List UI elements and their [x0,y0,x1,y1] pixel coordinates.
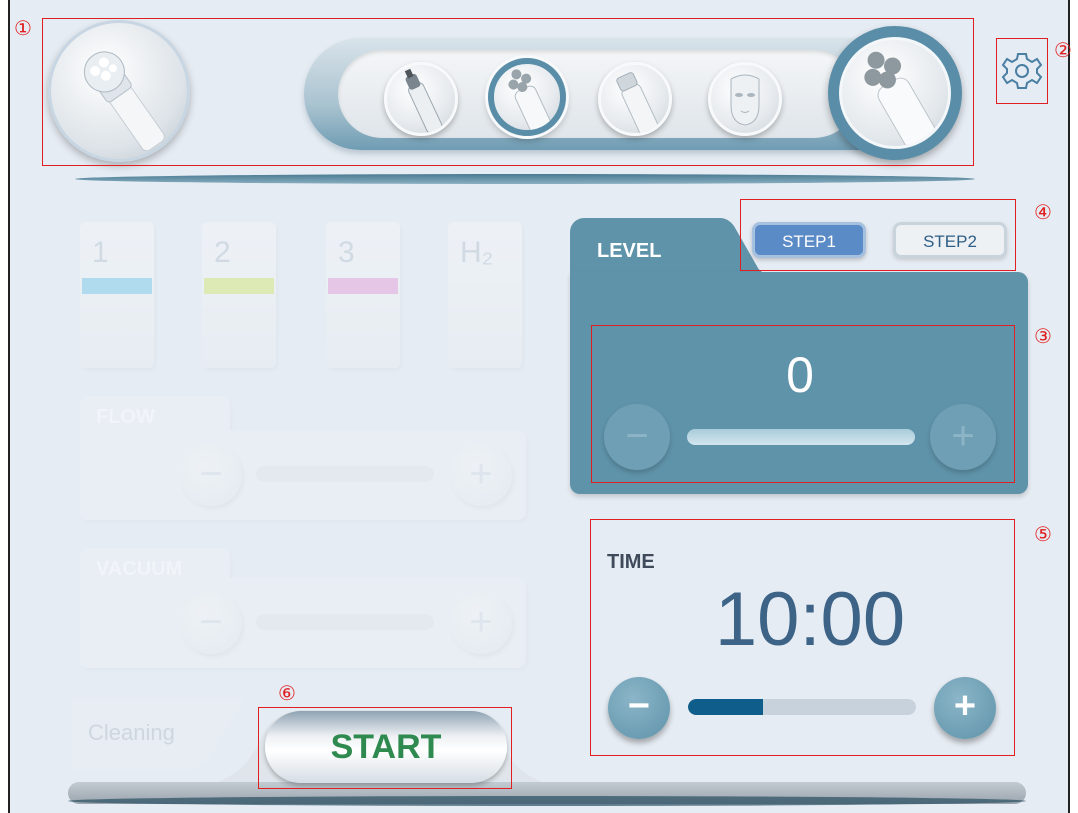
handpiece-wand-icon[interactable] [598,62,672,136]
start-button[interactable]: START [265,711,507,783]
cleaning-label: Cleaning [88,720,175,745]
annotation-marker-2: ② [1054,38,1072,62]
vacuum-title: VACUUM [96,558,183,580]
channel-h2-label: H₂ [460,236,494,269]
handpiece-roller-ball-icon[interactable] [488,58,566,136]
step1-button[interactable]: STEP1 [752,222,866,258]
time-minus-button[interactable]: − [608,677,670,739]
face-mask-icon[interactable] [708,62,782,136]
channel-h2[interactable]: H₂ [448,222,522,368]
level-slider[interactable] [687,429,915,445]
app-screen: 1 2 3 H₂ FLOW − + VACUUM − + LEVEL 0 − +… [0,0,1078,813]
vacuum-slider[interactable] [256,614,434,630]
bottom-base-shadow [68,796,1026,806]
time-slider[interactable] [688,699,916,715]
channel-1-color-bar [82,278,152,294]
channel-3-label: 3 [338,236,355,269]
time-slider-fill [688,699,764,715]
channel-2[interactable]: 2 [202,222,276,368]
channel-2-label: 2 [214,236,231,269]
annotation-marker-6: ⑥ [278,681,296,705]
level-title: LEVEL [597,240,662,262]
level-value: 0 [786,347,814,403]
annotation-marker-5: ⑤ [1034,522,1052,546]
flow-title: FLOW [96,406,155,428]
time-plus-button[interactable]: + [934,677,996,739]
channel-1[interactable]: 1 [80,222,154,368]
vacuum-minus-button[interactable]: − [180,592,242,654]
settings-gear-icon[interactable] [996,38,1048,104]
channel-3-color-bar [328,278,398,294]
level-minus-button[interactable]: − [604,404,670,470]
handpiece-nozzle-icon[interactable] [384,62,458,136]
annotation-marker-1: ① [14,16,32,40]
selected-handpiece-roller-ball-icon[interactable] [828,26,962,160]
flow-slider[interactable] [256,466,434,482]
channel-3[interactable]: 3 [326,222,400,368]
level-plus-button[interactable]: + [930,404,996,470]
step2-button[interactable]: STEP2 [893,222,1007,258]
channel-1-label: 1 [92,236,109,269]
header-divider [75,174,975,184]
handpiece-crystal-icon[interactable] [48,20,190,162]
vacuum-plus-button[interactable]: + [450,592,512,654]
channel-2-color-bar [204,278,274,294]
flow-plus-button[interactable]: + [450,444,512,506]
annotation-marker-4: ④ [1034,200,1052,224]
annotation-marker-3: ③ [1034,324,1052,348]
time-title: TIME [607,551,655,573]
flow-minus-button[interactable]: − [180,444,242,506]
time-value: 10:00 [714,577,906,662]
